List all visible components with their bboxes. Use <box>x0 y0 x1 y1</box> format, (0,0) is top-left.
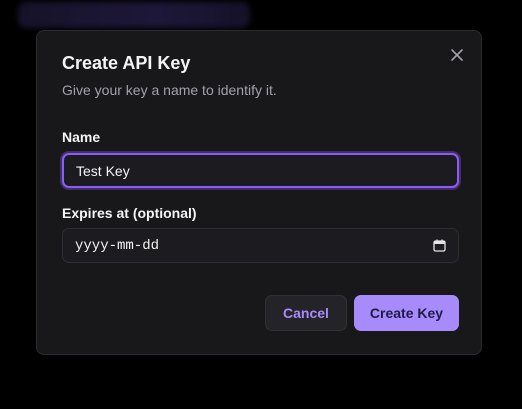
name-label: Name <box>62 129 101 145</box>
name-input[interactable] <box>62 153 459 188</box>
calendar-icon[interactable] <box>432 239 446 253</box>
create-api-key-dialog: Create API Key Give your key a name to i… <box>36 30 482 355</box>
create-key-button[interactable]: Create Key <box>354 295 459 331</box>
close-button[interactable] <box>447 45 467 65</box>
x-close-icon <box>451 49 463 61</box>
cancel-button[interactable]: Cancel <box>265 295 347 331</box>
background-blurred-element <box>18 2 250 28</box>
date-placeholder: yyyy-mm-dd <box>75 237 160 254</box>
expires-label: Expires at (optional) <box>62 205 197 221</box>
dialog-subtitle: Give your key a name to identify it. <box>62 82 277 98</box>
dialog-title: Create API Key <box>62 53 191 73</box>
expires-date-input[interactable]: yyyy-mm-dd <box>62 228 459 263</box>
